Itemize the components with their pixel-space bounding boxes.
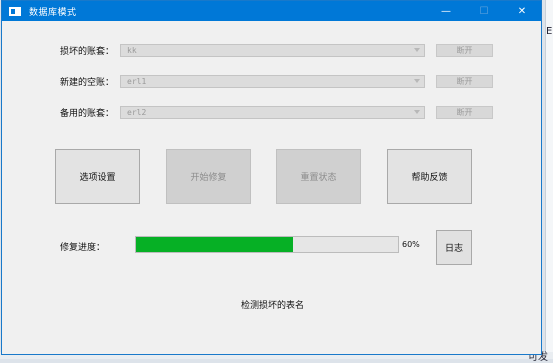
disconnect-backup-button[interactable]: 断开	[436, 106, 493, 119]
window-title: 数据库模式	[29, 7, 77, 18]
backup-account-label: 备用的账套：	[60, 109, 115, 119]
title-bar[interactable]: 数据库模式 — ☐ ✕	[2, 1, 541, 21]
backup-account-select[interactable]: erl2	[120, 106, 425, 119]
damaged-account-value: kk	[127, 46, 137, 55]
new-empty-account-label: 新建的空账：	[60, 78, 115, 88]
reset-status-button[interactable]: 重置状态	[276, 149, 361, 204]
status-text: 检测损坏的表名	[240, 301, 304, 311]
repair-progress-percent: 60%	[402, 240, 420, 249]
desktop-background-strip	[545, 0, 553, 359]
repair-progress-label: 修复进度：	[60, 243, 106, 253]
repair-progress-bar	[135, 236, 399, 253]
close-button[interactable]: ✕	[503, 1, 541, 21]
disconnect-new-button[interactable]: 断开	[436, 75, 493, 88]
damaged-account-select[interactable]: kk	[120, 44, 425, 57]
background-text-fragment: E	[546, 26, 553, 37]
minimize-button[interactable]: —	[427, 1, 465, 21]
window-controls: — ☐ ✕	[427, 1, 541, 21]
disconnect-damaged-button[interactable]: 断开	[436, 44, 493, 57]
chevron-down-icon	[414, 110, 420, 114]
maximize-button: ☐	[479, 5, 489, 17]
new-empty-account-select[interactable]: erl1	[120, 75, 425, 88]
chevron-down-icon	[414, 79, 420, 83]
new-empty-account-value: erl1	[127, 77, 147, 86]
damaged-account-label: 损坏的账套：	[60, 47, 115, 57]
options-settings-button[interactable]: 选项设置	[55, 149, 140, 204]
app-window: 数据库模式 — ☐ ✕ 损坏的账套： kk 断开 新建的空账： erl1 断开 …	[1, 0, 542, 355]
chevron-down-icon	[414, 48, 420, 52]
repair-progress-fill	[136, 237, 294, 252]
log-button[interactable]: 日志	[436, 230, 472, 265]
backup-account-value: erl2	[127, 108, 147, 117]
help-feedback-button[interactable]: 帮助反馈	[387, 149, 472, 204]
app-icon	[9, 6, 21, 16]
start-repair-button[interactable]: 开始修复	[166, 149, 251, 204]
